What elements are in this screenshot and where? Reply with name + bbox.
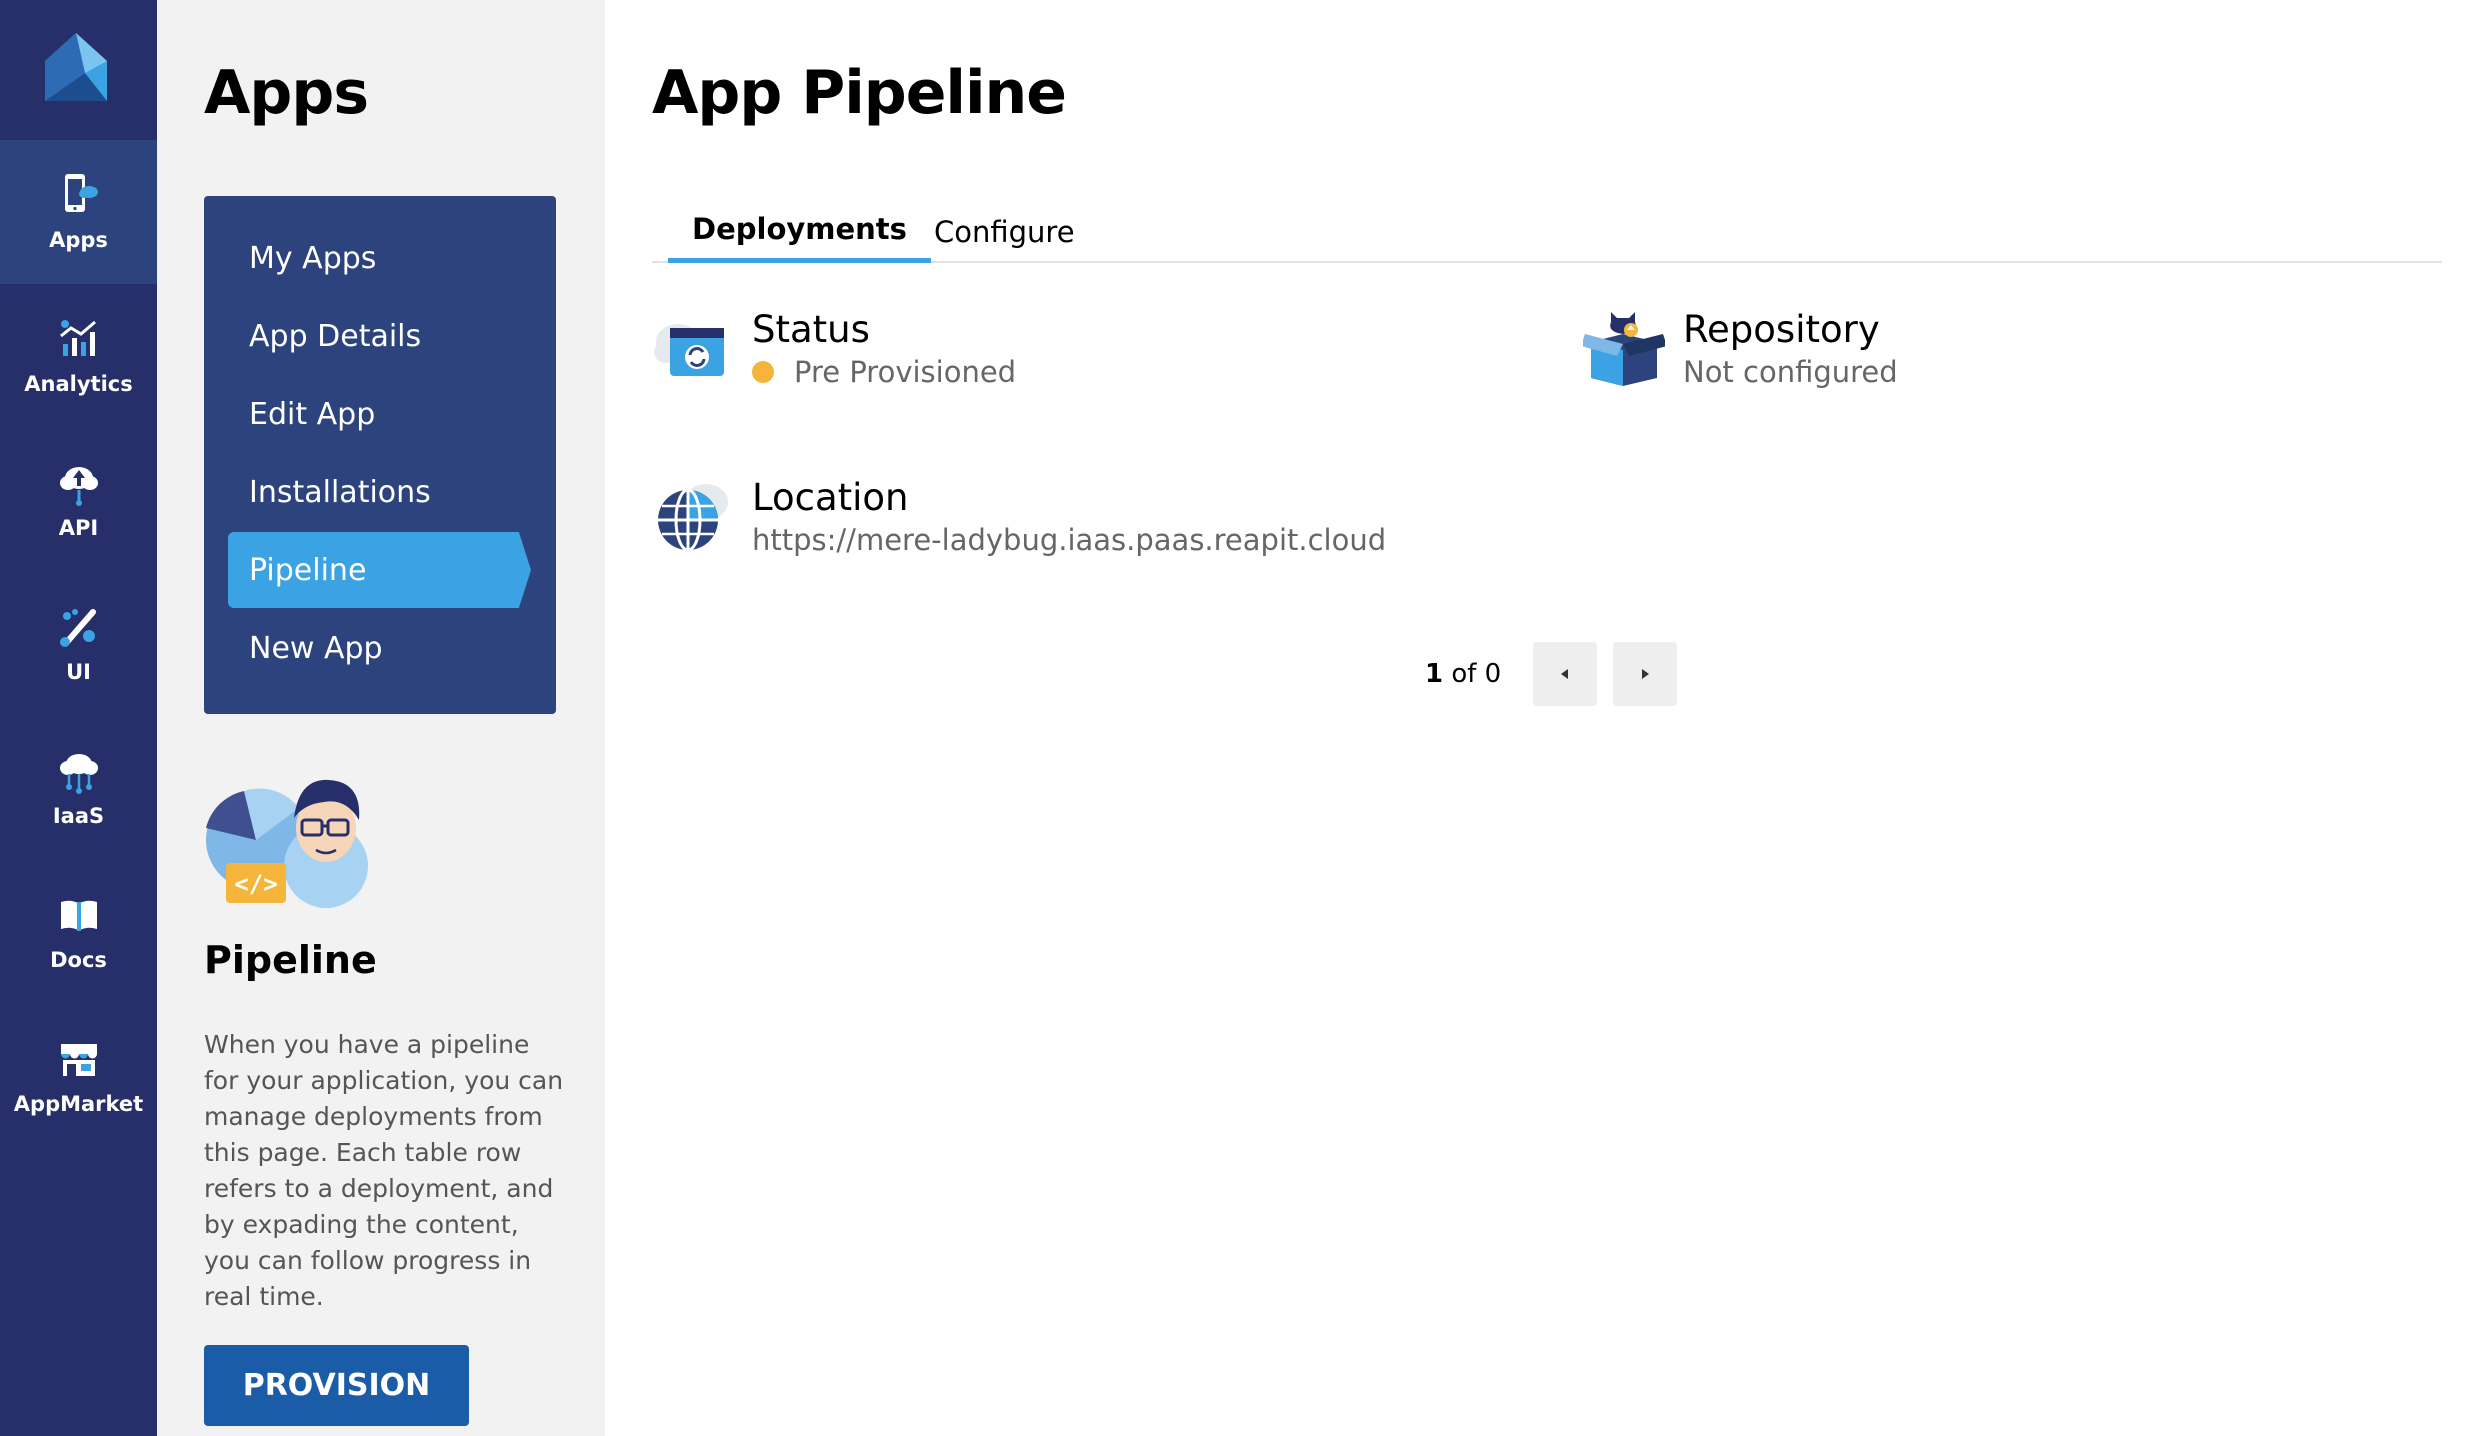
status-indicator-dot	[752, 361, 774, 383]
nav-item-analytics[interactable]: Analytics	[0, 284, 157, 428]
tab-configure[interactable]: Configure	[910, 200, 1099, 263]
nav-item-docs[interactable]: Docs	[0, 860, 157, 1004]
location-globe-icon	[658, 484, 728, 552]
location-section: Location https://mere-ladybug.iaas.paas.…	[652, 476, 1386, 560]
docs-book-icon	[60, 900, 97, 931]
repository-title: Repository	[1683, 308, 1880, 351]
nav-item-api[interactable]: API	[0, 428, 157, 572]
developer-illustration: </>	[206, 779, 368, 908]
status-title: Status	[752, 308, 870, 351]
pagination-next-button[interactable]	[1613, 642, 1678, 706]
caret-right-icon	[1642, 669, 1650, 679]
nav-label-ui: UI	[66, 660, 91, 684]
caret-left-icon	[1561, 669, 1569, 679]
status-value: Pre Provisioned	[794, 355, 1017, 389]
submenu-item-app-details[interactable]: App Details	[228, 298, 531, 374]
appmarket-store-icon	[60, 1044, 97, 1076]
submenu-item-edit-app[interactable]: Edit App	[228, 376, 531, 452]
repository-section: Repository Not configured	[1583, 308, 1898, 392]
submenu-item-new-app[interactable]: New App	[228, 610, 531, 686]
submenu-item-pipeline[interactable]: Pipeline	[228, 532, 531, 608]
repository-box-icon	[1583, 312, 1665, 386]
main-content: App Pipeline Deployments Configure Statu…	[605, 0, 2490, 1436]
page-title: App Pipeline	[652, 58, 1067, 128]
status-section: Status Pre Provisioned	[652, 308, 1016, 392]
apps-submenu: My Apps App Details Edit App Installatio…	[204, 196, 556, 714]
nav-label-appmarket: AppMarket	[13, 1092, 144, 1116]
nav-item-iaas[interactable]: IaaS	[0, 716, 157, 860]
nav-label-apps: Apps	[49, 228, 108, 252]
ui-brush-icon	[59, 609, 96, 647]
reapit-logo[interactable]	[0, 0, 157, 140]
provision-button[interactable]: PROVISION	[204, 1345, 469, 1426]
status-cloud-sync-icon	[654, 324, 724, 376]
pagination: 1 of 0	[1425, 642, 1693, 706]
nav-label-analytics: Analytics	[24, 372, 133, 396]
api-cloud-upload-icon	[59, 467, 98, 506]
location-title: Location	[752, 476, 909, 519]
nav-label-api: API	[58, 516, 99, 540]
pagination-prev-button[interactable]	[1533, 642, 1598, 706]
tab-deployments[interactable]: Deployments	[668, 200, 931, 263]
nav-item-apps[interactable]: Apps	[0, 140, 157, 284]
submenu-item-installations[interactable]: Installations	[228, 454, 531, 530]
nav-label-iaas: IaaS	[52, 804, 105, 828]
pagination-current: 1	[1425, 659, 1444, 689]
panel-title: Apps	[204, 58, 369, 128]
secondary-panel: Apps My Apps App Details Edit App Instal…	[157, 0, 605, 1436]
repository-value: Not configured	[1683, 355, 1898, 389]
apps-phone-cloud-icon	[64, 174, 98, 212]
help-title: Pipeline	[204, 938, 377, 982]
pagination-total: of 0	[1451, 659, 1502, 689]
svg-text:</>: </>	[234, 870, 277, 898]
pagination-label: 1 of 0	[1425, 659, 1501, 689]
help-text: When you have a pipeline for your applic…	[204, 1030, 564, 1311]
analytics-chart-icon	[59, 320, 96, 356]
nav-item-appmarket[interactable]: AppMarket	[0, 1004, 157, 1148]
primary-nav: Apps Analytics API UI IaaS Docs AppMarke…	[0, 0, 157, 1436]
tab-bar: Deployments Configure	[652, 200, 2442, 263]
location-url[interactable]: https://mere-ladybug.iaas.paas.reapit.cl…	[752, 520, 1386, 560]
nav-item-ui[interactable]: UI	[0, 572, 157, 716]
submenu-item-my-apps[interactable]: My Apps	[228, 220, 531, 296]
iaas-cloud-network-icon	[59, 754, 98, 794]
reapit-logo-icon	[45, 33, 107, 101]
nav-label-docs: Docs	[50, 948, 107, 972]
